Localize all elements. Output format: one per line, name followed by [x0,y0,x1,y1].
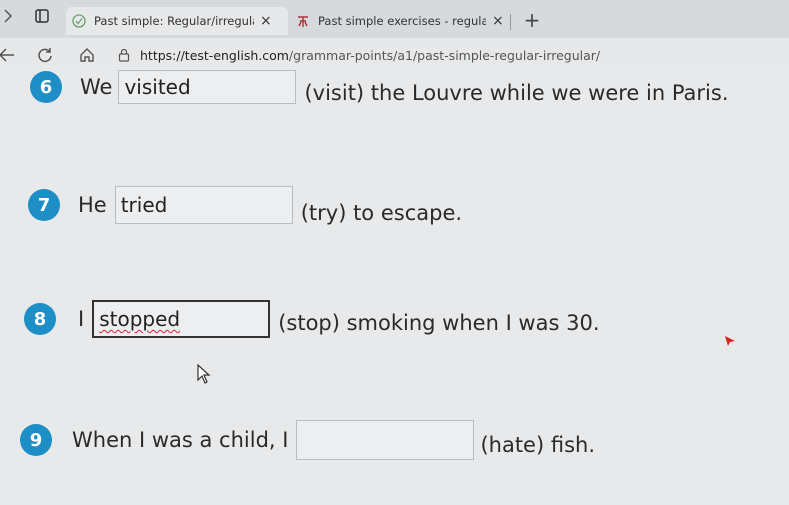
item-text-after: (try) to escape. [300,201,463,225]
tab-title: Past simple exercises - regular ver [318,14,486,28]
item-text-before: I [78,307,85,331]
close-icon[interactable]: × [260,13,272,29]
answer-input[interactable]: tried [114,186,293,224]
sidebar-toggle-icon[interactable] [0,0,16,32]
tab-past-simple-regular-irregular[interactable]: Past simple: Regular/irregular ver × [66,7,288,35]
home-icon[interactable] [74,42,100,68]
exercise-item-8: 8 I stopped (stop) smoking when I was 30… [24,300,600,338]
lock-icon[interactable] [118,48,130,62]
item-number-badge: 9 [20,424,52,456]
refresh-icon[interactable] [32,42,58,68]
answer-value: stopped [99,307,181,331]
tab-title: Past simple: Regular/irregular ver [94,14,254,28]
tab-past-simple-exercises[interactable]: Past simple exercises - regular ver × [290,7,508,35]
mouse-cursor-icon [197,364,211,384]
exercise-item-6: 6 We visited (visit) the Louvre while we… [30,69,729,105]
url-host: https://test-english.com [140,47,289,63]
item-number-badge: 7 [28,189,60,221]
exercise-area: 6 We visited (visit) the Louvre while we… [0,66,789,505]
item-text-before: When I was a child, I [72,428,289,452]
tab-bar: Past simple: Regular/irregular ver × Pas… [0,0,789,38]
check-circle-icon [72,14,86,28]
new-tab-button[interactable]: + [520,6,544,34]
item-text-after: (stop) smoking when I was 30. [278,311,600,335]
item-text-after: (hate) fish. [480,433,595,457]
item-number-badge: 6 [30,71,62,103]
close-icon[interactable]: × [492,13,504,29]
item-text-after: (visit) the Louvre while we were in Pari… [304,81,729,105]
answer-input[interactable]: visited [118,70,297,104]
item-text-before: He [78,193,107,217]
exercise-item-9: 9 When I was a child, I (hate) fish. [20,420,595,460]
site-logo-icon [298,16,308,27]
item-text-before: We [80,75,113,99]
answer-value: tried [120,193,168,217]
red-pointer-icon [725,336,735,346]
tab-actions-icon[interactable] [32,0,52,32]
answer-input[interactable] [296,420,475,460]
answer-value: visited [124,75,191,99]
answer-input[interactable]: stopped [92,300,271,338]
exercise-item-7: 7 He tried (try) to escape. [28,185,462,225]
back-icon[interactable] [0,42,20,68]
url-field[interactable]: https://test-english.com/grammar-points/… [118,43,778,67]
item-number-badge: 8 [24,303,56,335]
tab-separator [510,14,511,30]
url-path: /grammar-points/a1/past-simple-regular-i… [288,47,601,63]
